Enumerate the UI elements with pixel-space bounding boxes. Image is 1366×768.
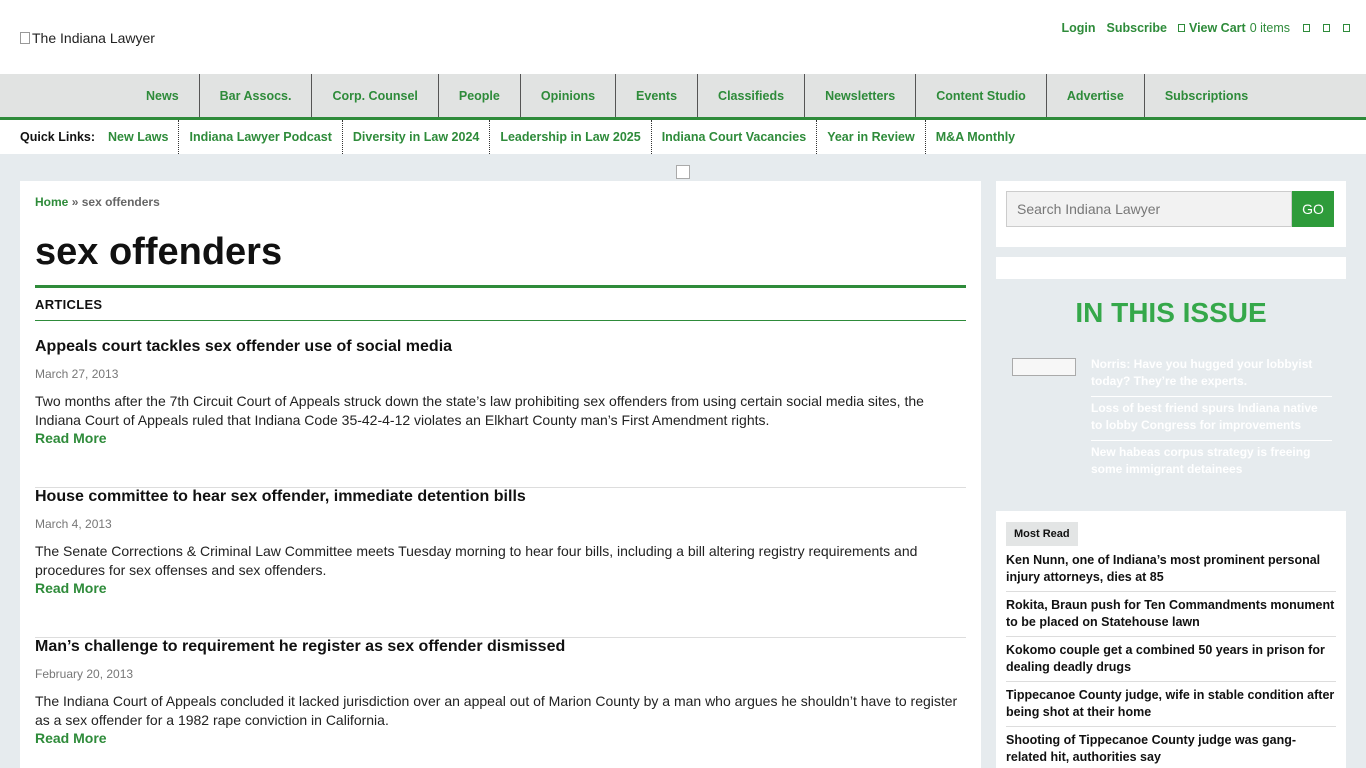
- issue-story-link[interactable]: Loss of best friend spurs Indiana native…: [1091, 400, 1332, 441]
- quick-link-year-in-review[interactable]: Year in Review: [816, 120, 925, 154]
- most-read-tab[interactable]: Most Read: [1006, 522, 1078, 546]
- quick-link-podcast[interactable]: Indiana Lawyer Podcast: [178, 120, 341, 154]
- social-icons: [1303, 24, 1350, 32]
- most-read-item[interactable]: Rokita, Braun push for Ten Commandments …: [1006, 597, 1336, 637]
- quick-link-ma-monthly[interactable]: M&A Monthly: [924, 120, 1025, 154]
- read-more-link[interactable]: Read More: [35, 580, 107, 596]
- search-panel: GO: [996, 181, 1346, 247]
- twitter-icon[interactable]: [1323, 24, 1330, 32]
- nav-opinions[interactable]: Opinions: [519, 74, 615, 117]
- article-title[interactable]: Man’s challenge to requirement he regist…: [35, 638, 565, 656]
- nav-newsletters[interactable]: Newsletters: [804, 74, 915, 117]
- cart-count: 0 items: [1249, 21, 1290, 35]
- site-header: The Indiana Lawyer Login Subscribe View …: [0, 0, 1366, 74]
- logo-alt-text: The Indiana Lawyer: [32, 30, 155, 46]
- most-read-item[interactable]: Ken Nunn, one of Indiana’s most prominen…: [1006, 552, 1336, 592]
- article-list: Appeals court tackles sex offender use o…: [35, 338, 966, 768]
- login-link[interactable]: Login: [1062, 21, 1096, 35]
- sidebar-ad-slot: [996, 257, 1346, 279]
- quick-links-label: Quick Links:: [20, 130, 96, 144]
- breadcrumb-current: sex offenders: [81, 195, 160, 209]
- article-date: March 4, 2013: [35, 517, 112, 531]
- main-content: Home » sex offenders sex offenders ARTIC…: [20, 181, 981, 768]
- most-read-item[interactable]: Shooting of Tippecanoe County judge was …: [1006, 732, 1336, 768]
- subscribe-link[interactable]: Subscribe: [1107, 21, 1167, 35]
- read-more-link[interactable]: Read More: [35, 430, 107, 446]
- article-date: February 20, 2013: [35, 667, 134, 681]
- in-this-issue-heading: IN THIS ISSUE: [1075, 297, 1267, 328]
- article-item: Appeals court tackles sex offender use o…: [35, 338, 966, 488]
- facebook-icon[interactable]: [1303, 24, 1310, 32]
- issue-story-link[interactable]: Norris: Have you hugged your lobbyist to…: [1091, 356, 1332, 397]
- title-divider: [35, 285, 966, 288]
- account-links: Login Subscribe View Cart 0 items: [1062, 21, 1350, 35]
- page-title: sex offenders: [35, 231, 283, 273]
- cart-icon: [1177, 24, 1185, 32]
- articles-heading: ARTICLES: [35, 297, 103, 312]
- issue-story-link[interactable]: New habeas corpus strategy is freeing so…: [1091, 444, 1332, 484]
- quick-link-leadership[interactable]: Leadership in Law 2025: [489, 120, 650, 154]
- broken-image-icon: [20, 32, 30, 44]
- most-read-item[interactable]: Tippecanoe County judge, wife in stable …: [1006, 687, 1336, 727]
- nav-bar-assocs[interactable]: Bar Assocs.: [198, 74, 312, 117]
- search-input[interactable]: [1006, 191, 1292, 227]
- in-this-issue-list: Norris: Have you hugged your lobbyist to…: [1091, 356, 1332, 487]
- quick-link-new-laws[interactable]: New Laws: [98, 120, 178, 154]
- nav-people[interactable]: People: [437, 74, 520, 117]
- most-read-list: Ken Nunn, one of Indiana’s most prominen…: [1006, 552, 1336, 768]
- view-cart-label: View Cart: [1188, 21, 1246, 35]
- most-read-panel: Most Read Ken Nunn, one of Indiana’s mos…: [996, 511, 1346, 768]
- nav-news[interactable]: News: [126, 74, 199, 117]
- nav-corp-counsel[interactable]: Corp. Counsel: [311, 74, 437, 117]
- issue-cover-image[interactable]: [1012, 358, 1076, 376]
- linkedin-icon[interactable]: [1343, 24, 1350, 32]
- read-more-link[interactable]: Read More: [35, 730, 107, 746]
- breadcrumb-home[interactable]: Home: [35, 195, 68, 209]
- most-read-item[interactable]: Kokomo couple get a combined 50 years in…: [1006, 642, 1336, 682]
- article-summary: The Indiana Court of Appeals concluded i…: [35, 693, 958, 728]
- nav-advertise[interactable]: Advertise: [1045, 74, 1144, 117]
- breadcrumb-separator: »: [71, 195, 79, 209]
- view-cart-link[interactable]: View Cart 0 items: [1177, 21, 1290, 35]
- article-summary: Two months after the 7th Circuit Court o…: [35, 393, 924, 428]
- section-divider: [35, 320, 966, 321]
- quick-links-bar: Quick Links: New Laws Indiana Lawyer Pod…: [0, 120, 1366, 154]
- nav-classifieds[interactable]: Classifieds: [697, 74, 804, 117]
- nav-subscriptions[interactable]: Subscriptions: [1143, 74, 1268, 117]
- article-date: March 27, 2013: [35, 367, 119, 381]
- article-title[interactable]: Appeals court tackles sex offender use o…: [35, 338, 452, 356]
- article-title[interactable]: House committee to hear sex offender, im…: [35, 488, 526, 506]
- main-nav: News Bar Assocs. Corp. Counsel People Op…: [0, 74, 1366, 120]
- article-item: Man’s challenge to requirement he regist…: [35, 638, 966, 768]
- nav-events[interactable]: Events: [615, 74, 697, 117]
- broken-ad-image-icon: [676, 165, 690, 179]
- nav-content-studio[interactable]: Content Studio: [915, 74, 1046, 117]
- article-item: House committee to hear sex offender, im…: [35, 488, 966, 638]
- site-logo[interactable]: The Indiana Lawyer: [20, 30, 155, 46]
- breadcrumb: Home » sex offenders: [35, 195, 160, 209]
- article-summary: The Senate Corrections & Criminal Law Co…: [35, 543, 918, 578]
- quick-link-court-vacancies[interactable]: Indiana Court Vacancies: [650, 120, 817, 154]
- search-go-button[interactable]: GO: [1292, 191, 1334, 227]
- quick-link-diversity[interactable]: Diversity in Law 2024: [341, 120, 489, 154]
